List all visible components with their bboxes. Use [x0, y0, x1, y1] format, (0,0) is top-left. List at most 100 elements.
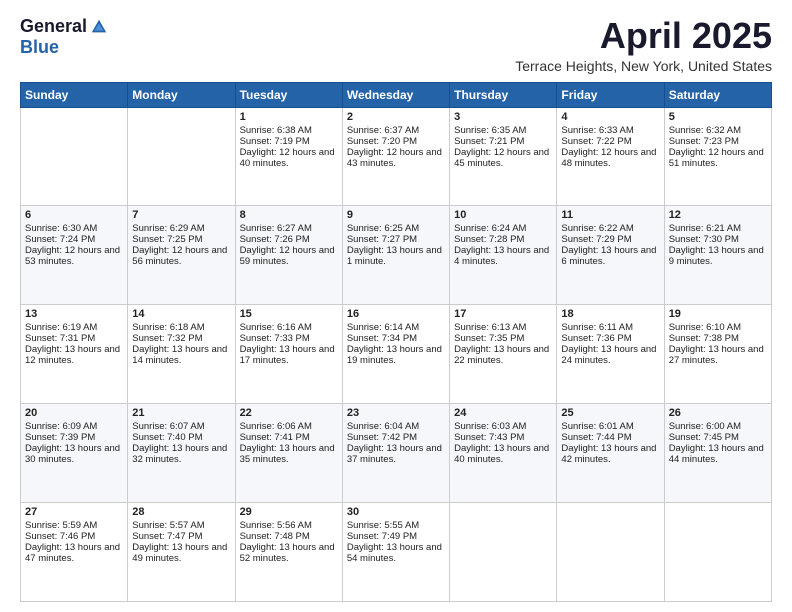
- calendar-week-row: 6Sunrise: 6:30 AMSunset: 7:24 PMDaylight…: [21, 206, 772, 305]
- calendar-day-cell: 10Sunrise: 6:24 AMSunset: 7:28 PMDayligh…: [450, 206, 557, 305]
- calendar-week-row: 13Sunrise: 6:19 AMSunset: 7:31 PMDayligh…: [21, 305, 772, 404]
- day-number: 1: [240, 111, 338, 123]
- day-number: 22: [240, 407, 338, 419]
- sunset-text: Sunset: 7:43 PM: [454, 432, 552, 443]
- calendar-day-cell: 19Sunrise: 6:10 AMSunset: 7:38 PMDayligh…: [664, 305, 771, 404]
- sunrise-text: Sunrise: 6:33 AM: [561, 125, 659, 136]
- calendar-day-cell: 9Sunrise: 6:25 AMSunset: 7:27 PMDaylight…: [342, 206, 449, 305]
- day-number: 4: [561, 111, 659, 123]
- sunrise-text: Sunrise: 6:01 AM: [561, 421, 659, 432]
- daylight-text: Daylight: 12 hours and 53 minutes.: [25, 245, 123, 267]
- header: General Blue April 2025 Terrace Heights,…: [20, 16, 772, 74]
- sunset-text: Sunset: 7:32 PM: [132, 333, 230, 344]
- page: General Blue April 2025 Terrace Heights,…: [0, 0, 792, 612]
- daylight-text: Daylight: 13 hours and 49 minutes.: [132, 542, 230, 564]
- calendar-day-cell: 24Sunrise: 6:03 AMSunset: 7:43 PMDayligh…: [450, 404, 557, 503]
- daylight-text: Daylight: 13 hours and 27 minutes.: [669, 344, 767, 366]
- sunset-text: Sunset: 7:42 PM: [347, 432, 445, 443]
- day-number: 11: [561, 209, 659, 221]
- day-of-week-header: Wednesday: [342, 82, 449, 107]
- sunset-text: Sunset: 7:46 PM: [25, 531, 123, 542]
- sunrise-text: Sunrise: 6:11 AM: [561, 322, 659, 333]
- daylight-text: Daylight: 13 hours and 52 minutes.: [240, 542, 338, 564]
- sunrise-text: Sunrise: 6:38 AM: [240, 125, 338, 136]
- calendar-day-cell: 20Sunrise: 6:09 AMSunset: 7:39 PMDayligh…: [21, 404, 128, 503]
- location: Terrace Heights, New York, United States: [515, 58, 772, 74]
- daylight-text: Daylight: 13 hours and 6 minutes.: [561, 245, 659, 267]
- sunrise-text: Sunrise: 6:22 AM: [561, 223, 659, 234]
- calendar-day-cell: 21Sunrise: 6:07 AMSunset: 7:40 PMDayligh…: [128, 404, 235, 503]
- day-number: 15: [240, 308, 338, 320]
- sunset-text: Sunset: 7:28 PM: [454, 234, 552, 245]
- day-number: 3: [454, 111, 552, 123]
- sunrise-text: Sunrise: 6:13 AM: [454, 322, 552, 333]
- daylight-text: Daylight: 13 hours and 24 minutes.: [561, 344, 659, 366]
- day-number: 23: [347, 407, 445, 419]
- sunset-text: Sunset: 7:49 PM: [347, 531, 445, 542]
- sunset-text: Sunset: 7:44 PM: [561, 432, 659, 443]
- sunset-text: Sunset: 7:21 PM: [454, 136, 552, 147]
- daylight-text: Daylight: 13 hours and 42 minutes.: [561, 443, 659, 465]
- calendar-day-cell: 11Sunrise: 6:22 AMSunset: 7:29 PMDayligh…: [557, 206, 664, 305]
- daylight-text: Daylight: 13 hours and 40 minutes.: [454, 443, 552, 465]
- day-number: 16: [347, 308, 445, 320]
- day-of-week-header: Thursday: [450, 82, 557, 107]
- logo-general-text: General: [20, 16, 87, 37]
- sunrise-text: Sunrise: 6:19 AM: [25, 322, 123, 333]
- day-number: 27: [25, 506, 123, 518]
- sunrise-text: Sunrise: 6:03 AM: [454, 421, 552, 432]
- daylight-text: Daylight: 12 hours and 51 minutes.: [669, 147, 767, 169]
- day-number: 14: [132, 308, 230, 320]
- sunrise-text: Sunrise: 6:04 AM: [347, 421, 445, 432]
- daylight-text: Daylight: 13 hours and 44 minutes.: [669, 443, 767, 465]
- sunset-text: Sunset: 7:26 PM: [240, 234, 338, 245]
- daylight-text: Daylight: 12 hours and 56 minutes.: [132, 245, 230, 267]
- calendar-day-cell: 7 Sunrise: 6:29 AMSunset: 7:25 PMDaylight…: [128, 206, 235, 305]
- logo: General Blue: [20, 16, 108, 58]
- day-number: 2: [347, 111, 445, 123]
- day-number: 21: [132, 407, 230, 419]
- day-number: 19: [669, 308, 767, 320]
- day-of-week-header: Friday: [557, 82, 664, 107]
- day-of-week-header: Tuesday: [235, 82, 342, 107]
- calendar-header-row: SundayMondayTuesdayWednesdayThursdayFrid…: [21, 82, 772, 107]
- daylight-text: Daylight: 12 hours and 48 minutes.: [561, 147, 659, 169]
- day-number: 28: [132, 506, 230, 518]
- sunrise-text: Sunrise: 5:56 AM: [240, 520, 338, 531]
- day-number: 20: [25, 407, 123, 419]
- day-number: 26: [669, 407, 767, 419]
- sunset-text: Sunset: 7:41 PM: [240, 432, 338, 443]
- calendar-day-cell: [21, 107, 128, 206]
- sunrise-text: Sunrise: 6:32 AM: [669, 125, 767, 136]
- daylight-text: Daylight: 13 hours and 35 minutes.: [240, 443, 338, 465]
- sunset-text: Sunset: 7:25 PM: [132, 234, 230, 245]
- day-number: 12: [669, 209, 767, 221]
- daylight-text: Daylight: 13 hours and 54 minutes.: [347, 542, 445, 564]
- daylight-text: Daylight: 13 hours and 22 minutes.: [454, 344, 552, 366]
- sunrise-text: Sunrise: 6:24 AM: [454, 223, 552, 234]
- day-number: 18: [561, 308, 659, 320]
- calendar-day-cell: 3Sunrise: 6:35 AMSunset: 7:21 PMDaylight…: [450, 107, 557, 206]
- daylight-text: Daylight: 13 hours and 30 minutes.: [25, 443, 123, 465]
- header-right: April 2025 Terrace Heights, New York, Un…: [515, 16, 772, 74]
- sunrise-text: Sunrise: 5:57 AM: [132, 520, 230, 531]
- calendar-day-cell: [450, 503, 557, 602]
- sunset-text: Sunset: 7:19 PM: [240, 136, 338, 147]
- sunset-text: Sunset: 7:40 PM: [132, 432, 230, 443]
- daylight-text: Daylight: 12 hours and 45 minutes.: [454, 147, 552, 169]
- daylight-text: Daylight: 12 hours and 59 minutes.: [240, 245, 338, 267]
- calendar-day-cell: 1 Sunrise: 6:38 AMSunset: 7:19 PMDaylight…: [235, 107, 342, 206]
- day-number: 7: [132, 209, 230, 221]
- sunrise-text: Sunrise: 6:29 AM: [132, 223, 230, 234]
- logo-blue-text: Blue: [20, 37, 59, 58]
- daylight-text: Daylight: 12 hours and 40 minutes.: [240, 147, 338, 169]
- daylight-text: Daylight: 13 hours and 12 minutes.: [25, 344, 123, 366]
- calendar-day-cell: 30Sunrise: 5:55 AMSunset: 7:49 PMDayligh…: [342, 503, 449, 602]
- calendar-week-row: 1Sunrise: 6:38 AMSunset: 7:19 PMDaylight…: [21, 107, 772, 206]
- day-number: 10: [454, 209, 552, 221]
- sunrise-text: Sunrise: 6:21 AM: [669, 223, 767, 234]
- sunrise-text: Sunrise: 5:55 AM: [347, 520, 445, 531]
- day-number: 9: [347, 209, 445, 221]
- calendar-day-cell: 14Sunrise: 6:18 AMSunset: 7:32 PMDayligh…: [128, 305, 235, 404]
- daylight-text: Daylight: 13 hours and 37 minutes.: [347, 443, 445, 465]
